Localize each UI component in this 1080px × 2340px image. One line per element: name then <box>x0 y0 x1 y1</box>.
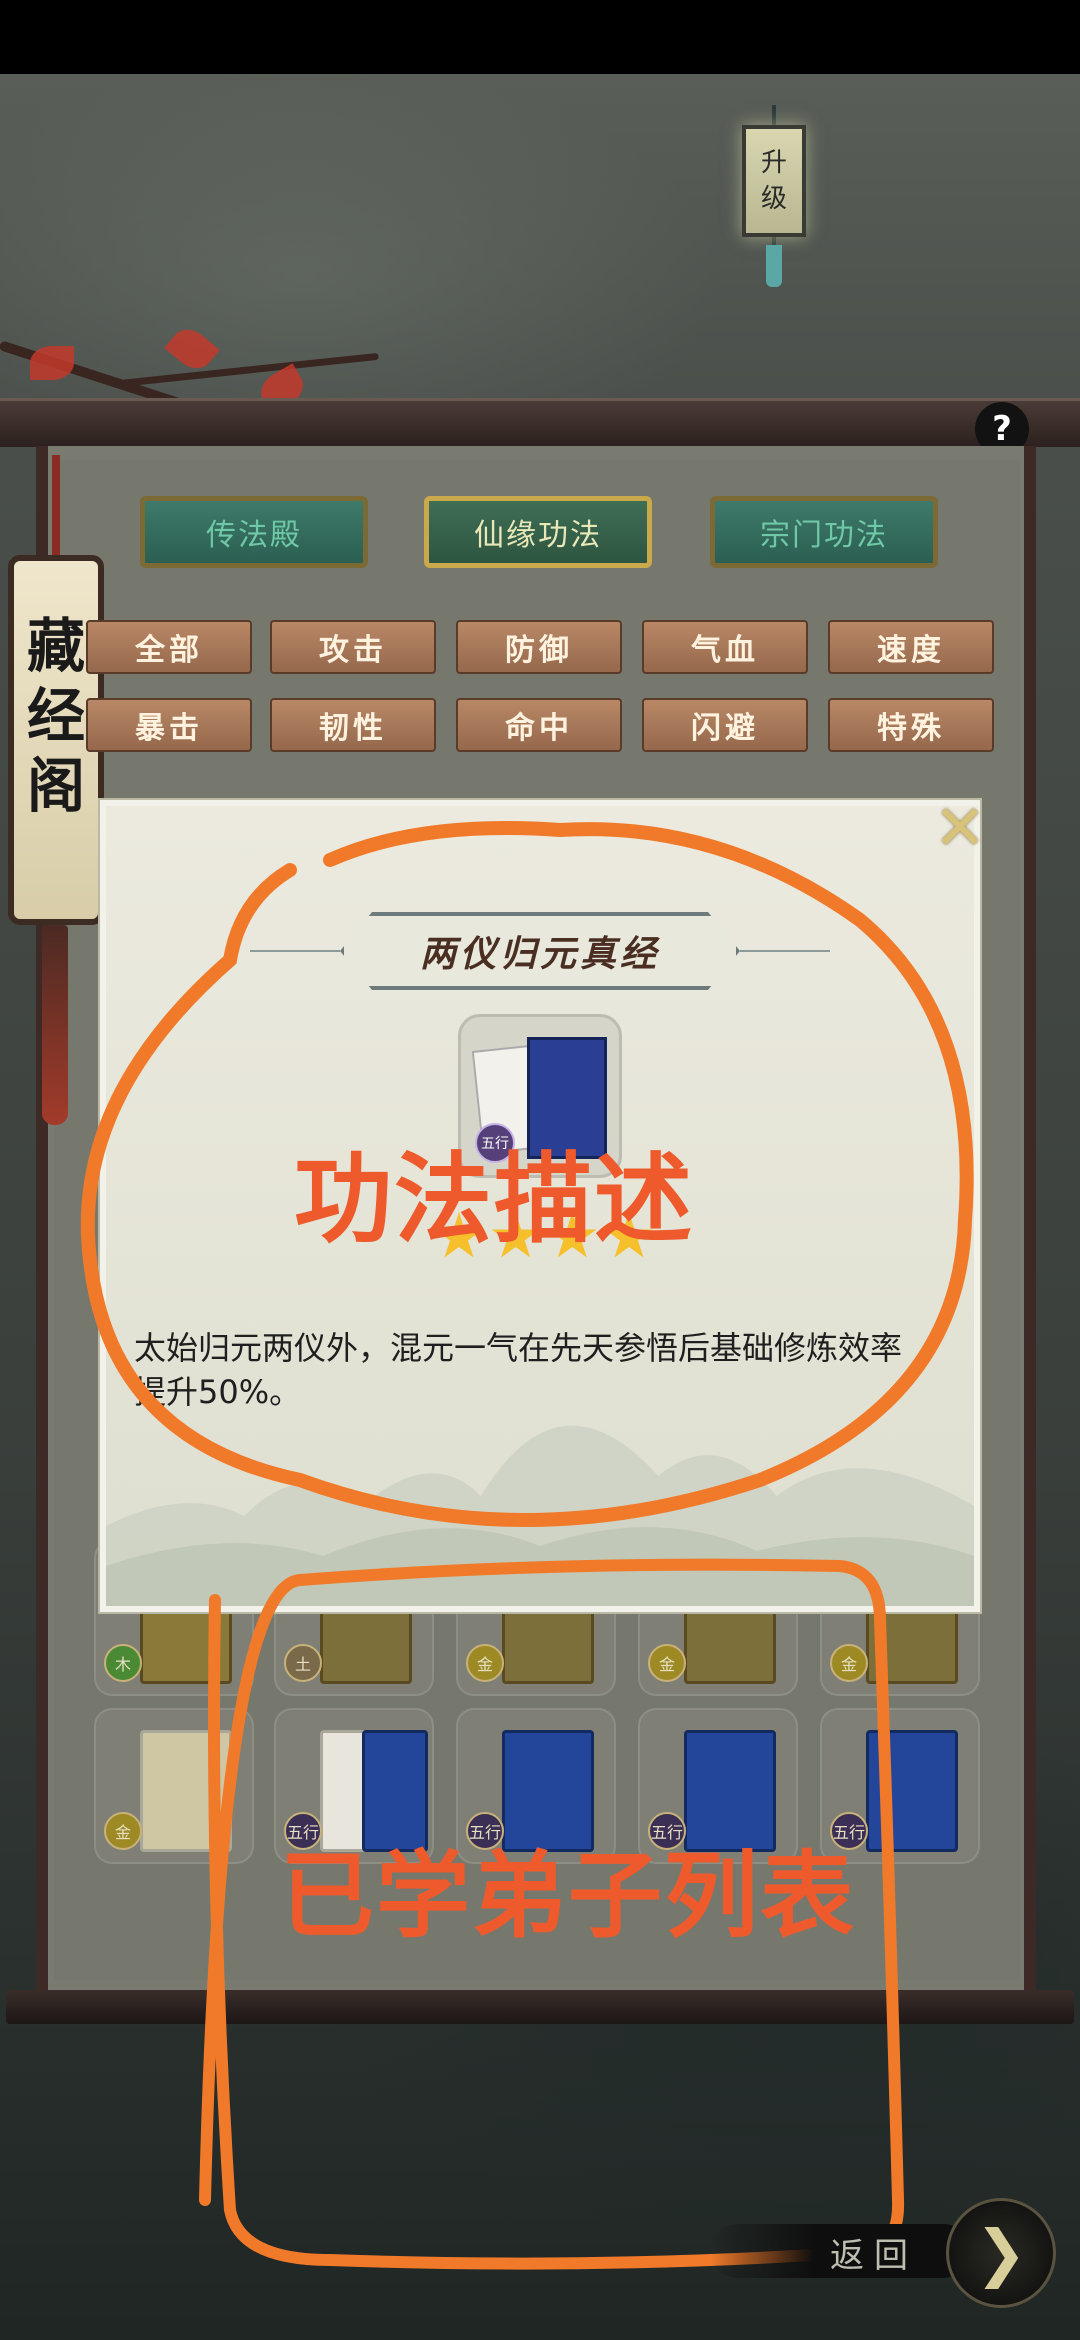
filter-crit[interactable]: 暴击 <box>86 698 252 752</box>
back-button-label: 返回 <box>830 2236 918 2276</box>
element-badge: 木 <box>104 1644 142 1682</box>
frame-top-beam <box>0 398 1080 447</box>
back-arrow-circle: ❯ <box>946 2198 1056 2308</box>
sign-tassel <box>766 245 782 287</box>
filter-all[interactable]: 全部 <box>86 620 252 674</box>
filter-dodge[interactable]: 闪避 <box>642 698 808 752</box>
banner-char: 经 <box>26 682 85 750</box>
filter-defense[interactable]: 防御 <box>456 620 622 674</box>
plaque-ornament <box>250 950 340 952</box>
element-badge: 金 <box>104 1812 142 1850</box>
element-badge: 金 <box>466 1644 504 1682</box>
close-button[interactable]: ✕ <box>928 796 992 860</box>
banner-char: 藏 <box>26 612 85 680</box>
back-button[interactable]: 返回 ❯ <box>710 2198 1056 2308</box>
banner-tassel <box>42 925 68 1125</box>
filter-special[interactable]: 特殊 <box>828 698 994 752</box>
status-bar <box>0 0 1080 74</box>
frame-bottom-beam <box>6 1990 1074 2024</box>
skill-title: 两仪归元真经 <box>340 912 740 990</box>
element-badge: 金 <box>830 1644 868 1682</box>
element-badge: 土 <box>284 1644 322 1682</box>
plaque-ornament <box>740 950 830 952</box>
tab-xianyuan-gongfa[interactable]: 仙缘功法 <box>424 496 652 568</box>
filter-hp[interactable]: 气血 <box>642 620 808 674</box>
upgrade-sign-char: 级 <box>760 184 787 214</box>
upgrade-sign[interactable]: 升 级 <box>742 105 808 287</box>
tab-zongmen-gongfa[interactable]: 宗门功法 <box>710 496 938 568</box>
skill-slot[interactable]: 金 <box>94 1708 254 1864</box>
filter-attack[interactable]: 攻击 <box>270 620 436 674</box>
skill-description: 太始归元两仪外，混元一气在先天参悟后基础修炼效率提升50%。 <box>134 1329 903 1411</box>
element-badge: 金 <box>648 1644 686 1682</box>
maple-leaf <box>30 346 74 380</box>
filter-toughness[interactable]: 韧性 <box>270 698 436 752</box>
upgrade-sign-char: 升 <box>760 148 787 178</box>
chevron-right-icon: ❯ <box>975 2216 1027 2289</box>
tab-chuanfadian[interactable]: 传法殿 <box>140 496 368 568</box>
filter-speed[interactable]: 速度 <box>828 620 994 674</box>
annotation-label-description: 功法描述 <box>294 1143 695 1257</box>
banner-char: 阁 <box>26 752 85 820</box>
annotation-label-learned-list: 已学弟子列表 <box>280 1842 857 1951</box>
filter-hit[interactable]: 命中 <box>456 698 622 752</box>
